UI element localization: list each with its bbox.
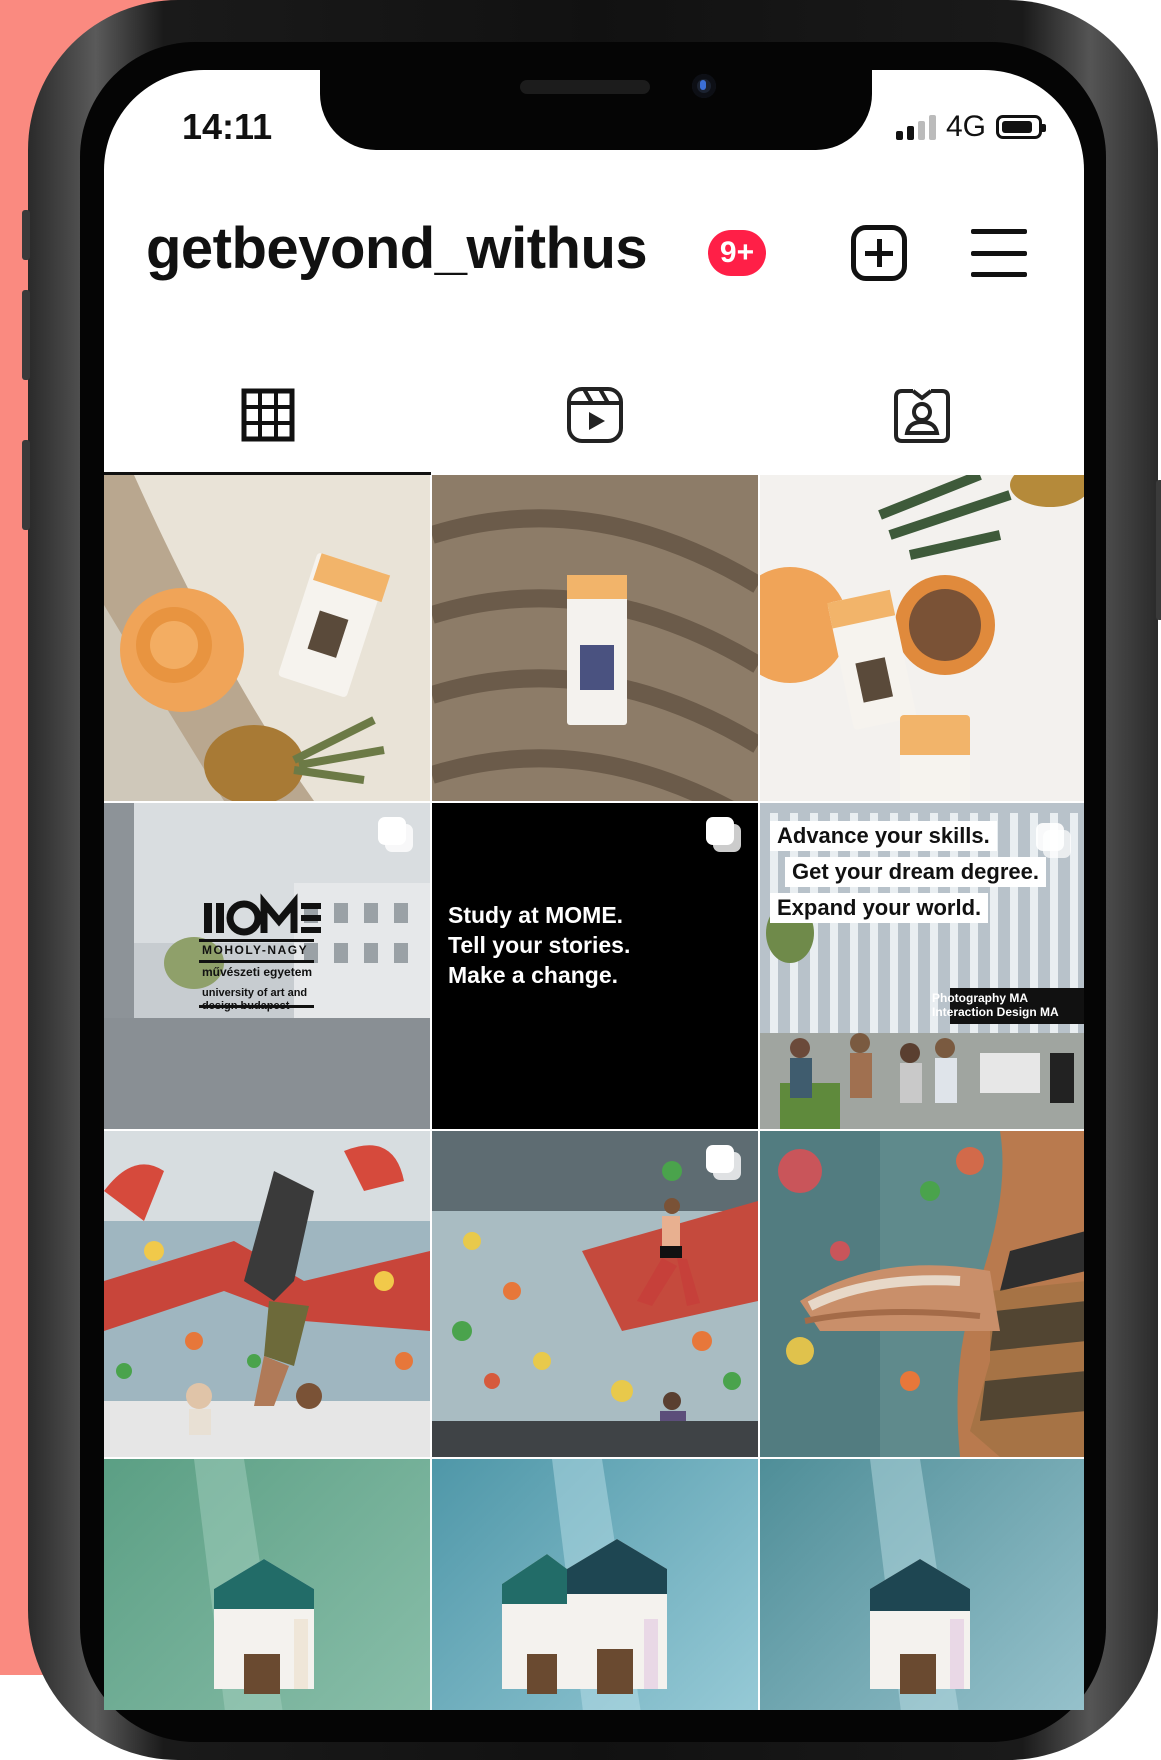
post-image (104, 1131, 430, 1457)
post-choconut-box[interactable] (760, 1459, 1084, 1710)
post-climber-wall[interactable] (432, 1131, 758, 1457)
mome-text-line2: Tell your stories. (448, 932, 631, 958)
profile-header: getbeyond_withus 9+ (146, 215, 1046, 305)
reels-icon (566, 387, 623, 443)
degree-program2: Interaction Design MA (932, 1005, 1059, 1019)
menu-button[interactable] (971, 229, 1027, 277)
carousel-icon (1036, 823, 1074, 861)
status-indicators: 4G (895, 110, 1046, 144)
degree-program1: Photography MA (932, 991, 1028, 1005)
tab-posts[interactable] (104, 355, 431, 475)
create-post-button[interactable] (851, 225, 907, 281)
notification-badge[interactable]: 9+ (708, 230, 766, 276)
post-study-at-mome[interactable]: Study at MOME. Tell your stories. Make a… (432, 803, 758, 1129)
status-time: 14:11 (182, 106, 273, 147)
degree-line1: Advance your skills. (770, 821, 997, 851)
notch (320, 70, 872, 150)
post-image (432, 475, 758, 801)
posts-grid: MOHOLY-NAGY művészeti egyetem university… (104, 475, 1084, 1710)
post-climber-chalk-hands[interactable] (760, 1131, 1084, 1457)
post-image (760, 475, 1084, 801)
degree-line2: Get your dream degree. (785, 857, 1046, 887)
post-granola-sand[interactable] (432, 475, 758, 801)
carousel-icon (706, 1145, 744, 1183)
post-granola-beach-towel[interactable] (104, 475, 430, 801)
front-camera (692, 74, 716, 98)
post-image (104, 475, 430, 801)
post-mome-logo[interactable]: MOHOLY-NAGY művészeti egyetem university… (104, 803, 430, 1129)
profile-tabs (104, 355, 1084, 475)
degree-line3: Expand your world. (770, 893, 989, 923)
volume-down-button (22, 440, 30, 530)
battery-icon (996, 115, 1046, 139)
post-dream-degree[interactable]: Advance your skills. Get your dream degr… (760, 803, 1084, 1129)
screen: 14:11 4G getbeyond_withus 9+ MOHOLY-NAGY… (104, 70, 1084, 1710)
post-climber-handstand[interactable] (104, 1131, 430, 1457)
carousel-icon (378, 817, 416, 855)
carousel-icon (706, 817, 744, 855)
power-button (1156, 480, 1161, 620)
grid-icon (241, 388, 294, 442)
mute-switch (22, 210, 30, 260)
tab-tagged[interactable] (758, 355, 1084, 475)
network-type: 4G (945, 110, 986, 143)
post-image (104, 1459, 430, 1710)
mome-text-line3: Make a change. (448, 962, 619, 988)
mome-logo-line2: művészeti egyetem (202, 965, 313, 979)
post-image (432, 1459, 758, 1710)
mome-logo-line3: university of art and (202, 987, 308, 999)
speaker (520, 80, 650, 94)
post-choconut-cardamoon-boxes[interactable] (432, 1459, 758, 1710)
post-image (760, 1131, 1084, 1457)
post-image (760, 1459, 1084, 1710)
mome-text-line1: Study at MOME. (448, 902, 624, 928)
post-cardamoon-box[interactable] (104, 1459, 430, 1710)
mome-logo-line1: MOHOLY-NAGY (202, 943, 309, 957)
tab-reels[interactable] (431, 355, 758, 475)
username[interactable]: getbeyond_withus (146, 215, 648, 282)
mome-logo-line4: design budapest (202, 1000, 290, 1012)
post-granola-pineapple[interactable] (760, 475, 1084, 801)
signal-icon (895, 114, 936, 140)
volume-up-button (22, 290, 30, 380)
tagged-user-icon (893, 389, 950, 443)
